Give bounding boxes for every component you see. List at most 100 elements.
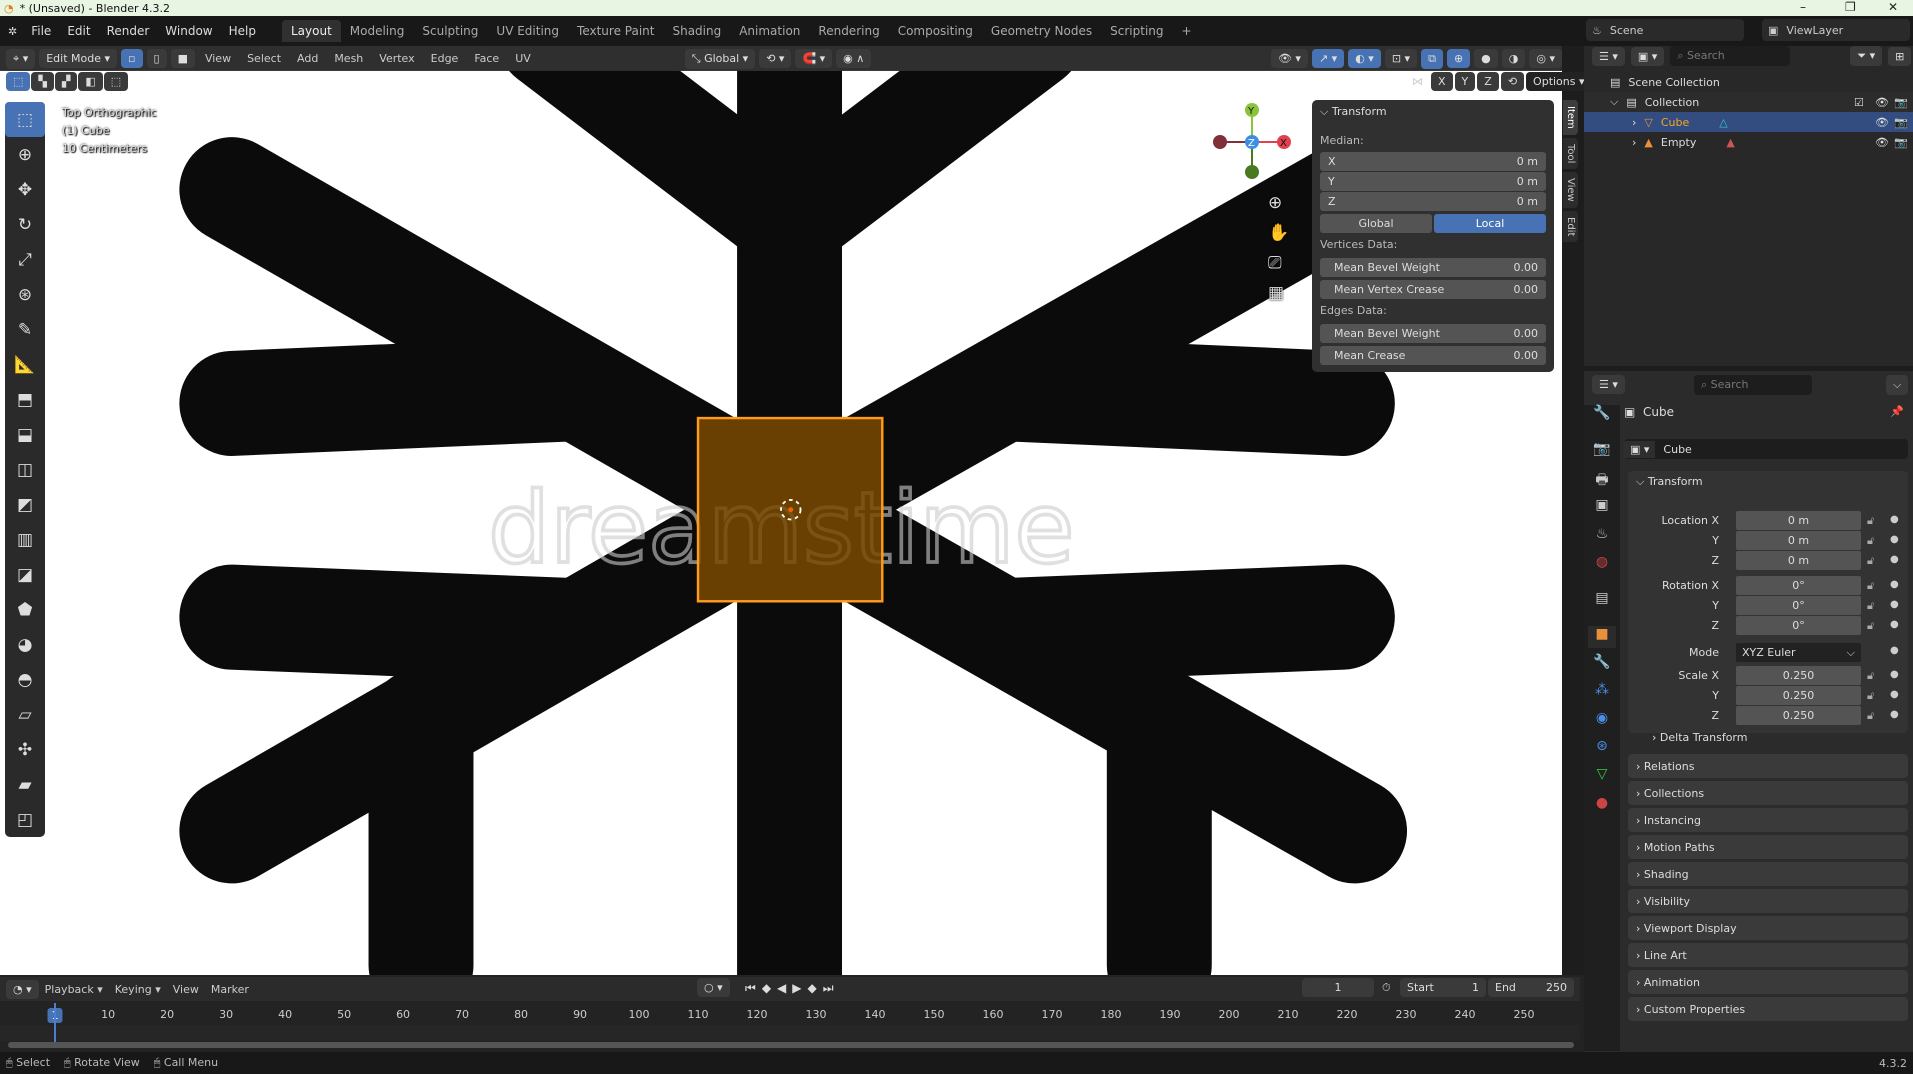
scene-collection-row[interactable]: ▤ Scene Collection <box>1584 72 1913 92</box>
menu-file[interactable]: File <box>23 24 59 38</box>
pan-hand-icon[interactable]: ✋ <box>1268 218 1289 248</box>
menu-uv[interactable]: UV <box>509 52 537 65</box>
median-x-field[interactable]: X0 m <box>1320 152 1546 171</box>
display-mode-button[interactable]: ☰ ▾ <box>1592 46 1625 66</box>
keyframe-dot-icon[interactable]: ● <box>1890 645 1899 656</box>
start-frame-field[interactable]: Start 1 <box>1400 978 1486 997</box>
scale-tool-icon[interactable]: ⤢ <box>5 242 45 277</box>
lock-icon[interactable]: 🔓︎ <box>1867 534 1874 548</box>
section-visibility[interactable]: › Visibility <box>1628 889 1908 913</box>
timeline-editor-type-button[interactable]: ◔ ▾ <box>6 979 39 999</box>
tab-texture-paint[interactable]: Texture Paint <box>568 20 663 42</box>
lock-icon[interactable]: 🔓︎ <box>1867 554 1874 568</box>
jump-start-icon[interactable]: ⏮ <box>745 981 756 996</box>
section-custom-properties[interactable]: › Custom Properties <box>1628 997 1908 1021</box>
keying-menu[interactable]: Keying ▾ <box>109 983 167 996</box>
select-invert-icon[interactable]: ◧ <box>78 72 103 91</box>
transform-orientation-selector[interactable]: ⤡ Global ▾ <box>684 48 756 69</box>
particles-tab-icon[interactable]: ⁂ <box>1588 682 1616 704</box>
object-name-field[interactable]: ▣ ▾ Cube <box>1624 439 1908 459</box>
edge-select-mode-button[interactable]: ▯ <box>146 49 167 68</box>
tab-scripting[interactable]: Scripting <box>1101 20 1172 42</box>
expand-chevron-icon[interactable]: ⌵ <box>1610 95 1618 109</box>
scale-y-field[interactable]: 0.250 <box>1736 686 1861 705</box>
timeline-track[interactable] <box>0 1025 1580 1041</box>
section-motion-paths[interactable]: › Motion Paths <box>1628 835 1908 859</box>
section-line-art[interactable]: › Line Art <box>1628 943 1908 967</box>
scale-z-field[interactable]: 0.250 <box>1736 706 1861 725</box>
mean-bevel-weight-vertex-field[interactable]: Mean Bevel Weight 0.00 <box>1320 258 1546 277</box>
rendered-shading-button[interactable]: ◎ ▾ <box>1529 49 1562 68</box>
scale-x-field[interactable]: 0.250 <box>1736 666 1861 685</box>
snap-button[interactable]: 🧲 ▾ <box>795 49 833 68</box>
mirror-x-toggle[interactable]: X <box>1431 72 1453 91</box>
pivot-point-button[interactable]: ⟲ ▾ <box>759 49 792 68</box>
spin-tool-icon[interactable]: ◕ <box>5 627 45 662</box>
select-subtract-icon[interactable]: ▞ <box>54 72 78 91</box>
extrude-tool-icon[interactable]: ⬓ <box>5 417 45 452</box>
measure-tool-icon[interactable]: 📐 <box>5 347 45 382</box>
transform-panel-header[interactable]: ⌵ Transform <box>1636 475 1703 489</box>
marker-menu[interactable]: Marker <box>205 983 255 996</box>
sidebar-tab-edit[interactable]: Edit <box>1563 210 1578 243</box>
camera-render-icon[interactable]: 📷 <box>1894 116 1908 129</box>
smooth-tool-icon[interactable]: ◓ <box>5 662 45 697</box>
properties-editor-type-button[interactable]: ☰ ▾ <box>1592 375 1625 394</box>
lock-icon[interactable]: 🔓︎ <box>1867 619 1874 633</box>
properties-options-button[interactable]: ⌵ <box>1886 375 1909 395</box>
eye-icon[interactable]: 👁 <box>1875 136 1889 149</box>
annotate-tool-icon[interactable]: ✎ <box>5 312 45 347</box>
lock-icon[interactable]: 🔓︎ <box>1867 599 1874 613</box>
material-shading-button[interactable]: ◑ <box>1501 49 1526 68</box>
world-tab-icon[interactable]: ◍ <box>1588 554 1616 576</box>
median-y-field[interactable]: Y0 m <box>1320 172 1546 191</box>
options-dropdown[interactable]: Options ▾ <box>1526 72 1592 91</box>
timeline-scrollbar[interactable] <box>8 1042 1574 1048</box>
playhead[interactable] <box>54 1003 56 1047</box>
camera-render-icon[interactable]: 📷 <box>1894 96 1908 109</box>
auto-merge-icon[interactable]: ⟲ <box>1500 72 1525 91</box>
visibility-button[interactable]: 👁 ▾ <box>1270 49 1308 68</box>
keyframe-dot-icon[interactable]: ● <box>1890 709 1899 720</box>
render-tab-icon[interactable]: 📷 <box>1588 441 1616 463</box>
zoom-icon[interactable]: ⊕ <box>1268 188 1289 218</box>
lock-icon[interactable]: 🔓︎ <box>1867 514 1874 528</box>
exclude-checkbox[interactable]: ☑ <box>1854 96 1864 109</box>
scene-tab-icon[interactable]: ♨ <box>1588 526 1616 548</box>
wireframe-shading-button[interactable]: ⊕ <box>1446 49 1471 68</box>
face-select-mode-button[interactable]: ■ <box>170 49 195 68</box>
menu-edit[interactable]: Edit <box>59 24 98 38</box>
tab-layout[interactable]: Layout <box>281 20 341 42</box>
select-extend-icon[interactable]: ▚ <box>31 72 54 91</box>
menu-mesh[interactable]: Mesh <box>328 52 369 65</box>
lock-icon[interactable]: 🔓︎ <box>1867 689 1874 703</box>
local-toggle[interactable]: Local <box>1434 214 1546 233</box>
close-icon[interactable]: ✕ <box>1888 0 1898 14</box>
camera-render-icon[interactable]: 📷 <box>1894 136 1908 149</box>
tab-uv-editing[interactable]: UV Editing <box>487 20 568 42</box>
sidebar-tab-tool[interactable]: Tool <box>1563 137 1578 170</box>
keyframe-dot-icon[interactable]: ● <box>1890 534 1899 545</box>
loop-cut-tool-icon[interactable]: ▥ <box>5 522 45 557</box>
navigation-gizmo[interactable]: Y X Z <box>1210 100 1300 180</box>
transform-tool-icon[interactable]: ⊛ <box>5 277 45 312</box>
stopwatch-icon[interactable]: ⏱ <box>1382 981 1391 995</box>
solid-shading-button[interactable]: ● <box>1474 49 1498 68</box>
median-z-field[interactable]: Z0 m <box>1320 192 1546 211</box>
cursor-tool-icon[interactable]: ⊕ <box>5 137 45 172</box>
tab-compositing[interactable]: Compositing <box>889 20 982 42</box>
filter-view-layer-button[interactable]: ▣ ▾ <box>1630 46 1665 66</box>
shrink-fatten-tool-icon[interactable]: ✣ <box>5 732 45 767</box>
play-reverse-icon[interactable]: ◀ <box>777 981 786 996</box>
next-keyframe-icon[interactable]: ◆ <box>808 981 817 996</box>
knife-tool-icon[interactable]: ◪ <box>5 557 45 592</box>
add-workspace-button[interactable]: + <box>1173 20 1201 42</box>
gizmo-button[interactable]: ↗ ▾ <box>1311 49 1345 68</box>
section-shading[interactable]: › Shading <box>1628 862 1908 886</box>
select-box-tool-icon[interactable]: ⬚ <box>5 102 45 137</box>
shear-tool-icon[interactable]: ▰ <box>5 767 45 802</box>
add-cube-tool-icon[interactable]: ⬒ <box>5 382 45 417</box>
bevel-tool-icon[interactable]: ◩ <box>5 487 45 522</box>
mesh-edit-overlays-button[interactable]: ⊡ ▾ <box>1384 49 1418 68</box>
keyframe-dot-icon[interactable]: ● <box>1890 619 1899 630</box>
